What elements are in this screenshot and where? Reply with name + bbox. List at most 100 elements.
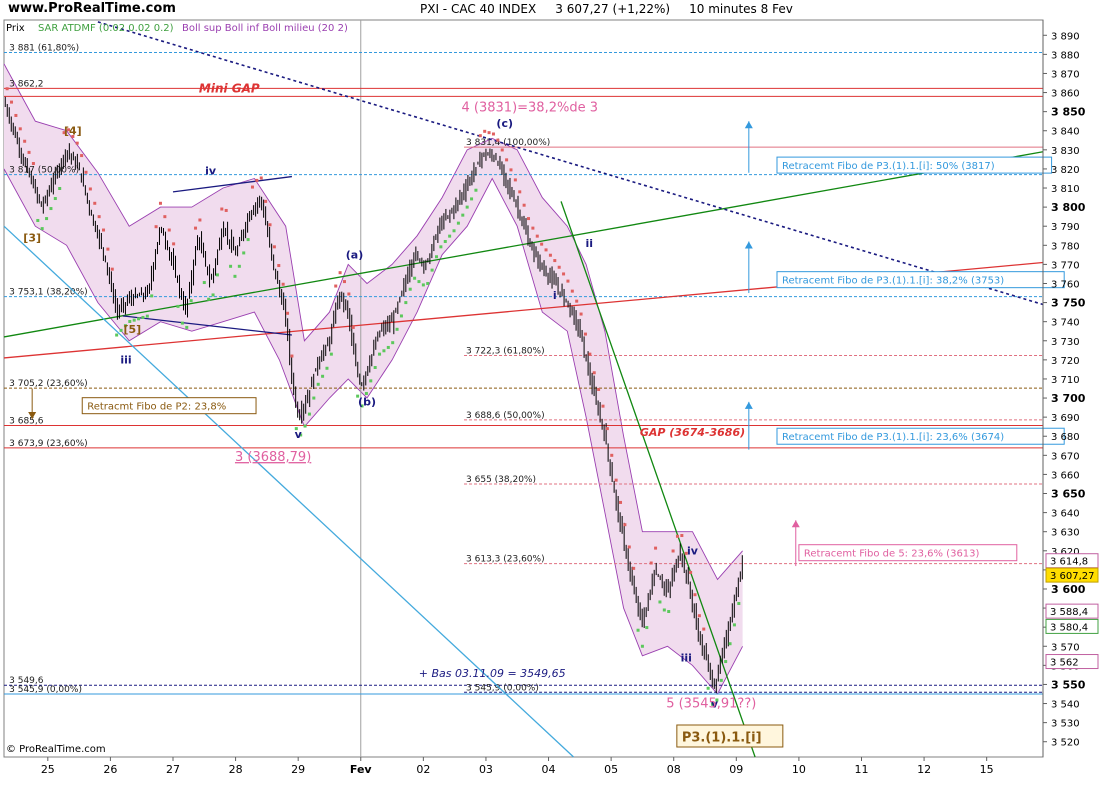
sar-dot [553,259,557,263]
sar-dot [408,287,412,291]
sar-dot [307,412,311,416]
sar-dot [531,226,535,230]
sar-dot [246,238,250,242]
y-tick-label: 3 880 [1051,50,1080,61]
y-tick-label: 3 660 [1051,470,1080,481]
legend-prix: Prix [6,23,25,34]
hline-label-12: 3 613,3 (23,60%) [466,555,545,565]
sar-dot [592,371,596,375]
wave-label-2: [5] [123,323,141,336]
sar-dot [417,280,421,284]
sar-dot [583,332,587,336]
sar-dot [689,570,693,574]
y-tick-label: 3 700 [1051,392,1086,405]
sar-dot [544,248,548,252]
sar-dot [724,660,728,664]
sar-dot [154,225,158,229]
x-tick-label: 27 [166,763,180,776]
sar-dot [31,162,35,166]
wave-label-5: v [295,428,303,441]
sar-dot [509,168,513,172]
sar-dot [522,203,526,207]
sar-dot [145,314,149,318]
sar-dot [373,365,377,369]
wave-label-7: (b) [358,396,376,409]
annotation-4: GAP (3674-3686) [640,426,745,439]
sar-dot [404,301,408,305]
annotation-text: Retracemt Fibo de P3.(1).1.[i]: 38,2% (3… [782,276,1004,287]
annotation-text: Retracmt Fibo de P2: 23,8% [87,402,226,413]
sar-dot [281,282,285,286]
sar-dot [334,284,338,288]
y-tick-label: 3 740 [1051,318,1080,329]
hline-label-1: 3 862,2 [9,79,43,89]
hline-label-11: 3 655 (38,20%) [466,475,536,485]
sar-dot [382,349,386,353]
sar-dot [623,523,627,527]
arrow-4 [28,388,37,420]
sar-dot [303,424,307,428]
sar-dot [255,178,259,182]
boxed-annotation-2: Retracemt Fibo de P3.(1).1.[i]: 23,6% (3… [776,427,1065,445]
sar-dot [172,242,176,246]
sar-dot [562,272,566,276]
sar-dot [233,274,237,278]
sar-dot [137,317,141,321]
sar-dot [347,292,351,296]
price-tag-2: 3 588,4 [1045,603,1099,619]
sar-dot [505,158,509,162]
sar-dot [49,207,53,211]
sar-dot [194,226,198,230]
sar-dot [110,267,114,271]
price-tag-4: 3 562 [1045,654,1099,670]
sar-dot [662,608,666,612]
y-tick-label: 3 720 [1051,356,1080,367]
sar-dot [487,131,491,135]
sar-dot [119,328,123,332]
sar-dot [18,127,22,131]
sar-dot [364,391,368,395]
sar-dot [312,396,316,400]
sar-dot [185,325,189,329]
x-tick-label: 12 [917,763,931,776]
sar-dot [478,134,482,138]
arrow-1 [744,241,753,294]
sar-dot [579,312,583,316]
wave-label-12: iii [681,652,692,665]
y-tick-label: 3 860 [1051,89,1080,100]
bollinger-band-fill [4,63,743,694]
y-tick-label: 3 890 [1051,31,1080,42]
x-tick-label: 28 [229,763,243,776]
sar-dot [106,247,110,251]
x-axis: 25 26 27 28 29 Fev 02 03 04 05 08 09 10 11 12 15 [41,757,994,776]
price-chart[interactable]: 3 881 (61,80%) 3 862,2 3 831,4 (100,00%) 3 … [0,0,1100,800]
sar-dot [601,404,605,408]
hline-label-0: 3 881 (61,80%) [9,43,79,53]
sar-dot [286,311,290,315]
sar-dot [448,234,452,238]
sar-dot [53,197,57,201]
x-tick-label: 03 [479,763,493,776]
x-tick-label: 10 [792,763,806,776]
sar-dot [163,215,167,219]
sar-dot [667,610,671,614]
price-tag-text: 3 588,4 [1050,607,1088,618]
sar-dot [483,129,487,133]
trend-line-4 [560,201,756,758]
sar-dot [557,265,561,269]
sar-dot [619,500,623,504]
sar-dot [264,199,268,203]
sar-dot [290,354,294,358]
wave-label-6: (a) [346,249,363,262]
sar-dot [474,188,478,192]
sar-dot [329,352,333,356]
hline-label-8: 3 688,6 (50,00%) [466,411,545,421]
wave-label-10: i [553,289,557,302]
annotation-2: 3 (3688,79) [235,450,311,465]
sar-dot [597,387,601,391]
sar-dot [732,623,736,627]
x-tick-label: 26 [103,763,117,776]
y-tick-label: 3 820 [1051,165,1080,176]
hline-label-3: 3 831,4 (100,00%) [466,138,550,148]
sar-dot [369,379,373,383]
